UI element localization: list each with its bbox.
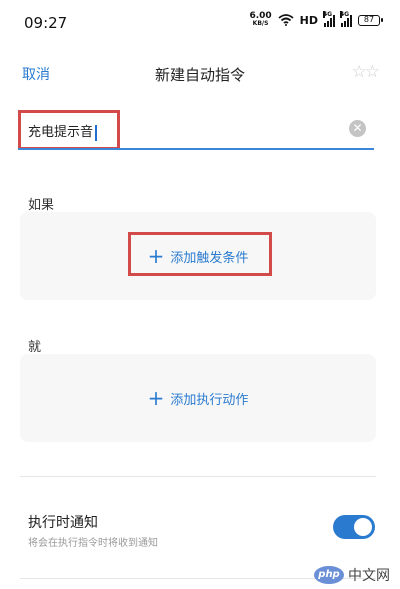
clear-icon[interactable]: ✕ [349,120,366,137]
wifi-icon [278,14,294,26]
input-underline [18,148,374,150]
signal-tag-sim2: 4G [340,10,350,18]
notify-title: 执行时通知 [28,515,98,531]
watermark-text: 中文网 [348,568,390,584]
action-panel: + 添加执行动作 [20,354,376,442]
plus-icon: + [147,386,165,410]
shortcut-name-field[interactable]: 充电提示音 ✕ [18,110,374,150]
action-section-label: 就 [28,340,42,355]
star-icon[interactable]: ☆☆ [352,62,381,82]
page-title: 新建自动指令 [154,66,245,84]
status-time: 09:27 [24,14,68,32]
shortcut-name-value: 充电提示音 [28,125,94,140]
notify-subtitle: 将会在执行指令时将收到通知 [28,538,158,549]
header-bar: 新建自动指令 取消 ☆☆ [0,56,400,92]
text-caret [95,124,98,141]
watermark-badge: php [314,566,344,584]
add-action-button[interactable]: + 添加执行动作 [20,354,376,442]
network-speed: 6.00 KB/S [249,12,271,28]
notify-toggle[interactable] [333,515,375,539]
network-speed-unit: KB/S [252,20,269,27]
trigger-section-label: 如果 [28,198,55,213]
status-icons: 6.00 KB/S HD 4G 4G 87 [249,10,383,28]
trigger-highlight-box [128,232,272,276]
network-speed-value: 6.00 [249,11,272,21]
signal-tag-sim1: 4G [323,10,333,18]
hd-badge: HD [299,13,318,27]
add-action-label: 添加执行动作 [170,392,249,408]
status-bar: 09:27 6.00 KB/S HD 4G 4G 87 [0,0,400,46]
battery-icon: 87 [358,14,383,26]
cancel-button[interactable]: 取消 [22,64,50,84]
watermark-logo: php 中文网 [314,565,390,585]
divider [20,476,376,477]
signal-icon-sim1: 4G [323,10,335,27]
shortcut-name-input[interactable]: 充电提示音 [28,121,98,141]
signal-icon-sim2: 4G [340,10,352,27]
toggle-knob [354,518,372,536]
